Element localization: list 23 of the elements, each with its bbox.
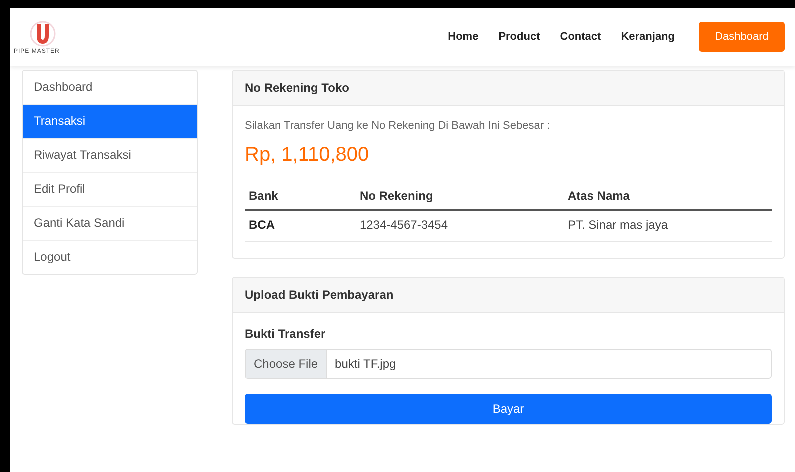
- logo-icon: [28, 20, 58, 48]
- field-label: Bukti Transfer: [245, 327, 327, 341]
- card-title: Upload Bukti Pembayaran: [233, 278, 784, 313]
- sidebar-item[interactable]: Logout: [23, 241, 197, 274]
- nav-link[interactable]: Home: [448, 31, 479, 43]
- sidebar-item[interactable]: Riwayat Transaksi: [23, 139, 197, 173]
- column-header: Atas Nama: [564, 183, 772, 210]
- amount-text: Rp, 1,110,800: [245, 144, 370, 167]
- sidebar-item[interactable]: Transaksi: [23, 105, 197, 139]
- table-cell: BCA: [245, 210, 356, 242]
- sidebar-item[interactable]: Edit Profil: [23, 173, 197, 207]
- column-header: No Rekening: [356, 183, 564, 210]
- sidebar-item[interactable]: Ganti Kata Sandi: [23, 207, 197, 241]
- nav-link[interactable]: Contact: [560, 31, 602, 43]
- pay-button[interactable]: Bayar: [245, 394, 772, 424]
- column-header: Bank: [245, 183, 356, 210]
- card-title: No Rekening Toko: [233, 71, 784, 106]
- nav-link[interactable]: Product: [498, 31, 540, 43]
- file-input[interactable]: Choose File bukti TF.jpg: [245, 349, 772, 379]
- table-cell: 1234-4567-3454: [356, 210, 564, 242]
- instruction-text: Silakan Transfer Uang ke No Rekening Di Bawah Ini Sebesar :: [245, 120, 552, 132]
- table-cell: PT. Sinar mas jaya: [564, 210, 772, 242]
- nav-link[interactable]: Keranjang: [621, 31, 675, 43]
